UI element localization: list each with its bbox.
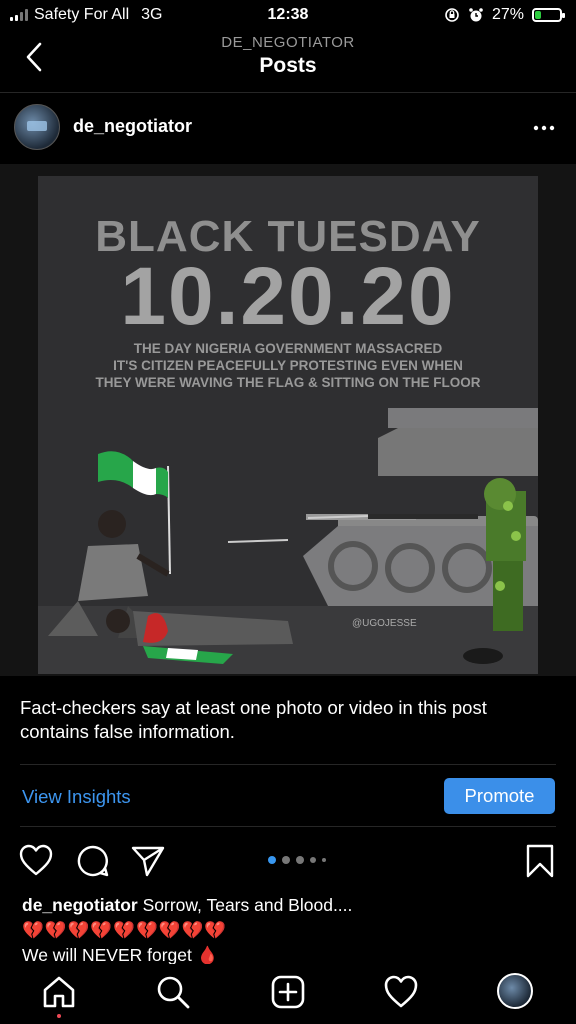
carousel-indicator — [268, 856, 326, 864]
header-subtitle: DE_NEGOTIATOR — [221, 34, 355, 51]
search-icon[interactable] — [155, 974, 191, 1010]
carousel-dot — [268, 856, 276, 864]
battery-percent: 27% — [491, 6, 524, 23]
battery-charging-icon — [532, 8, 565, 22]
activity-heart-icon[interactable] — [383, 974, 419, 1010]
profile-avatar[interactable] — [497, 973, 533, 1009]
caption-text: Sorrow, Tears and Blood.... — [142, 895, 353, 915]
alarm-icon — [469, 8, 483, 22]
comment-icon[interactable] — [76, 844, 110, 878]
carousel-dot — [310, 857, 316, 863]
share-icon[interactable] — [131, 844, 165, 878]
tab-bar — [0, 964, 576, 1024]
carousel-dot — [322, 858, 326, 862]
caption-emoji-line: 💔💔💔💔💔💔💔💔💔 — [22, 920, 228, 940]
post-username[interactable]: de_negotiator — [73, 116, 192, 137]
create-post-icon[interactable] — [270, 974, 306, 1010]
post-caption: de_negotiator Sorrow, Tears and Blood...… — [22, 893, 562, 968]
post-header: de_negotiator — [0, 100, 576, 156]
nav-header: DE_NEGOTIATOR Posts — [0, 30, 576, 90]
save-bookmark-icon[interactable] — [525, 844, 555, 878]
image-credit: @UGOJESSE — [352, 618, 417, 629]
divider — [20, 826, 556, 827]
post-actions — [0, 840, 576, 884]
status-right: 27% — [444, 6, 565, 24]
post-image[interactable]: BLACK TUESDAY 10.20.20 THE DAY NIGERIA G… — [0, 164, 576, 676]
carousel-dot — [296, 856, 304, 864]
notification-dot — [57, 1014, 61, 1018]
more-horizontal-icon[interactable] — [532, 116, 556, 140]
promote-button[interactable]: Promote — [444, 778, 555, 814]
orientation-lock-icon — [445, 8, 459, 22]
caption-username[interactable]: de_negotiator — [22, 895, 138, 915]
carousel-dot — [282, 856, 290, 864]
like-heart-icon[interactable] — [19, 844, 53, 878]
status-bar: Safety For All 3G 12:38 27% — [0, 0, 576, 30]
fact-check-notice[interactable]: Fact-checkers say at least one photo or … — [20, 696, 560, 744]
page-title: Posts — [259, 54, 317, 77]
view-insights-link[interactable]: View Insights — [22, 786, 131, 808]
divider — [0, 92, 576, 93]
avatar[interactable] — [14, 104, 60, 150]
illustration — [38, 408, 538, 674]
image-panel: BLACK TUESDAY 10.20.20 THE DAY NIGERIA G… — [38, 176, 538, 674]
home-icon[interactable] — [41, 974, 77, 1010]
insights-row: View Insights Promote — [0, 764, 576, 826]
